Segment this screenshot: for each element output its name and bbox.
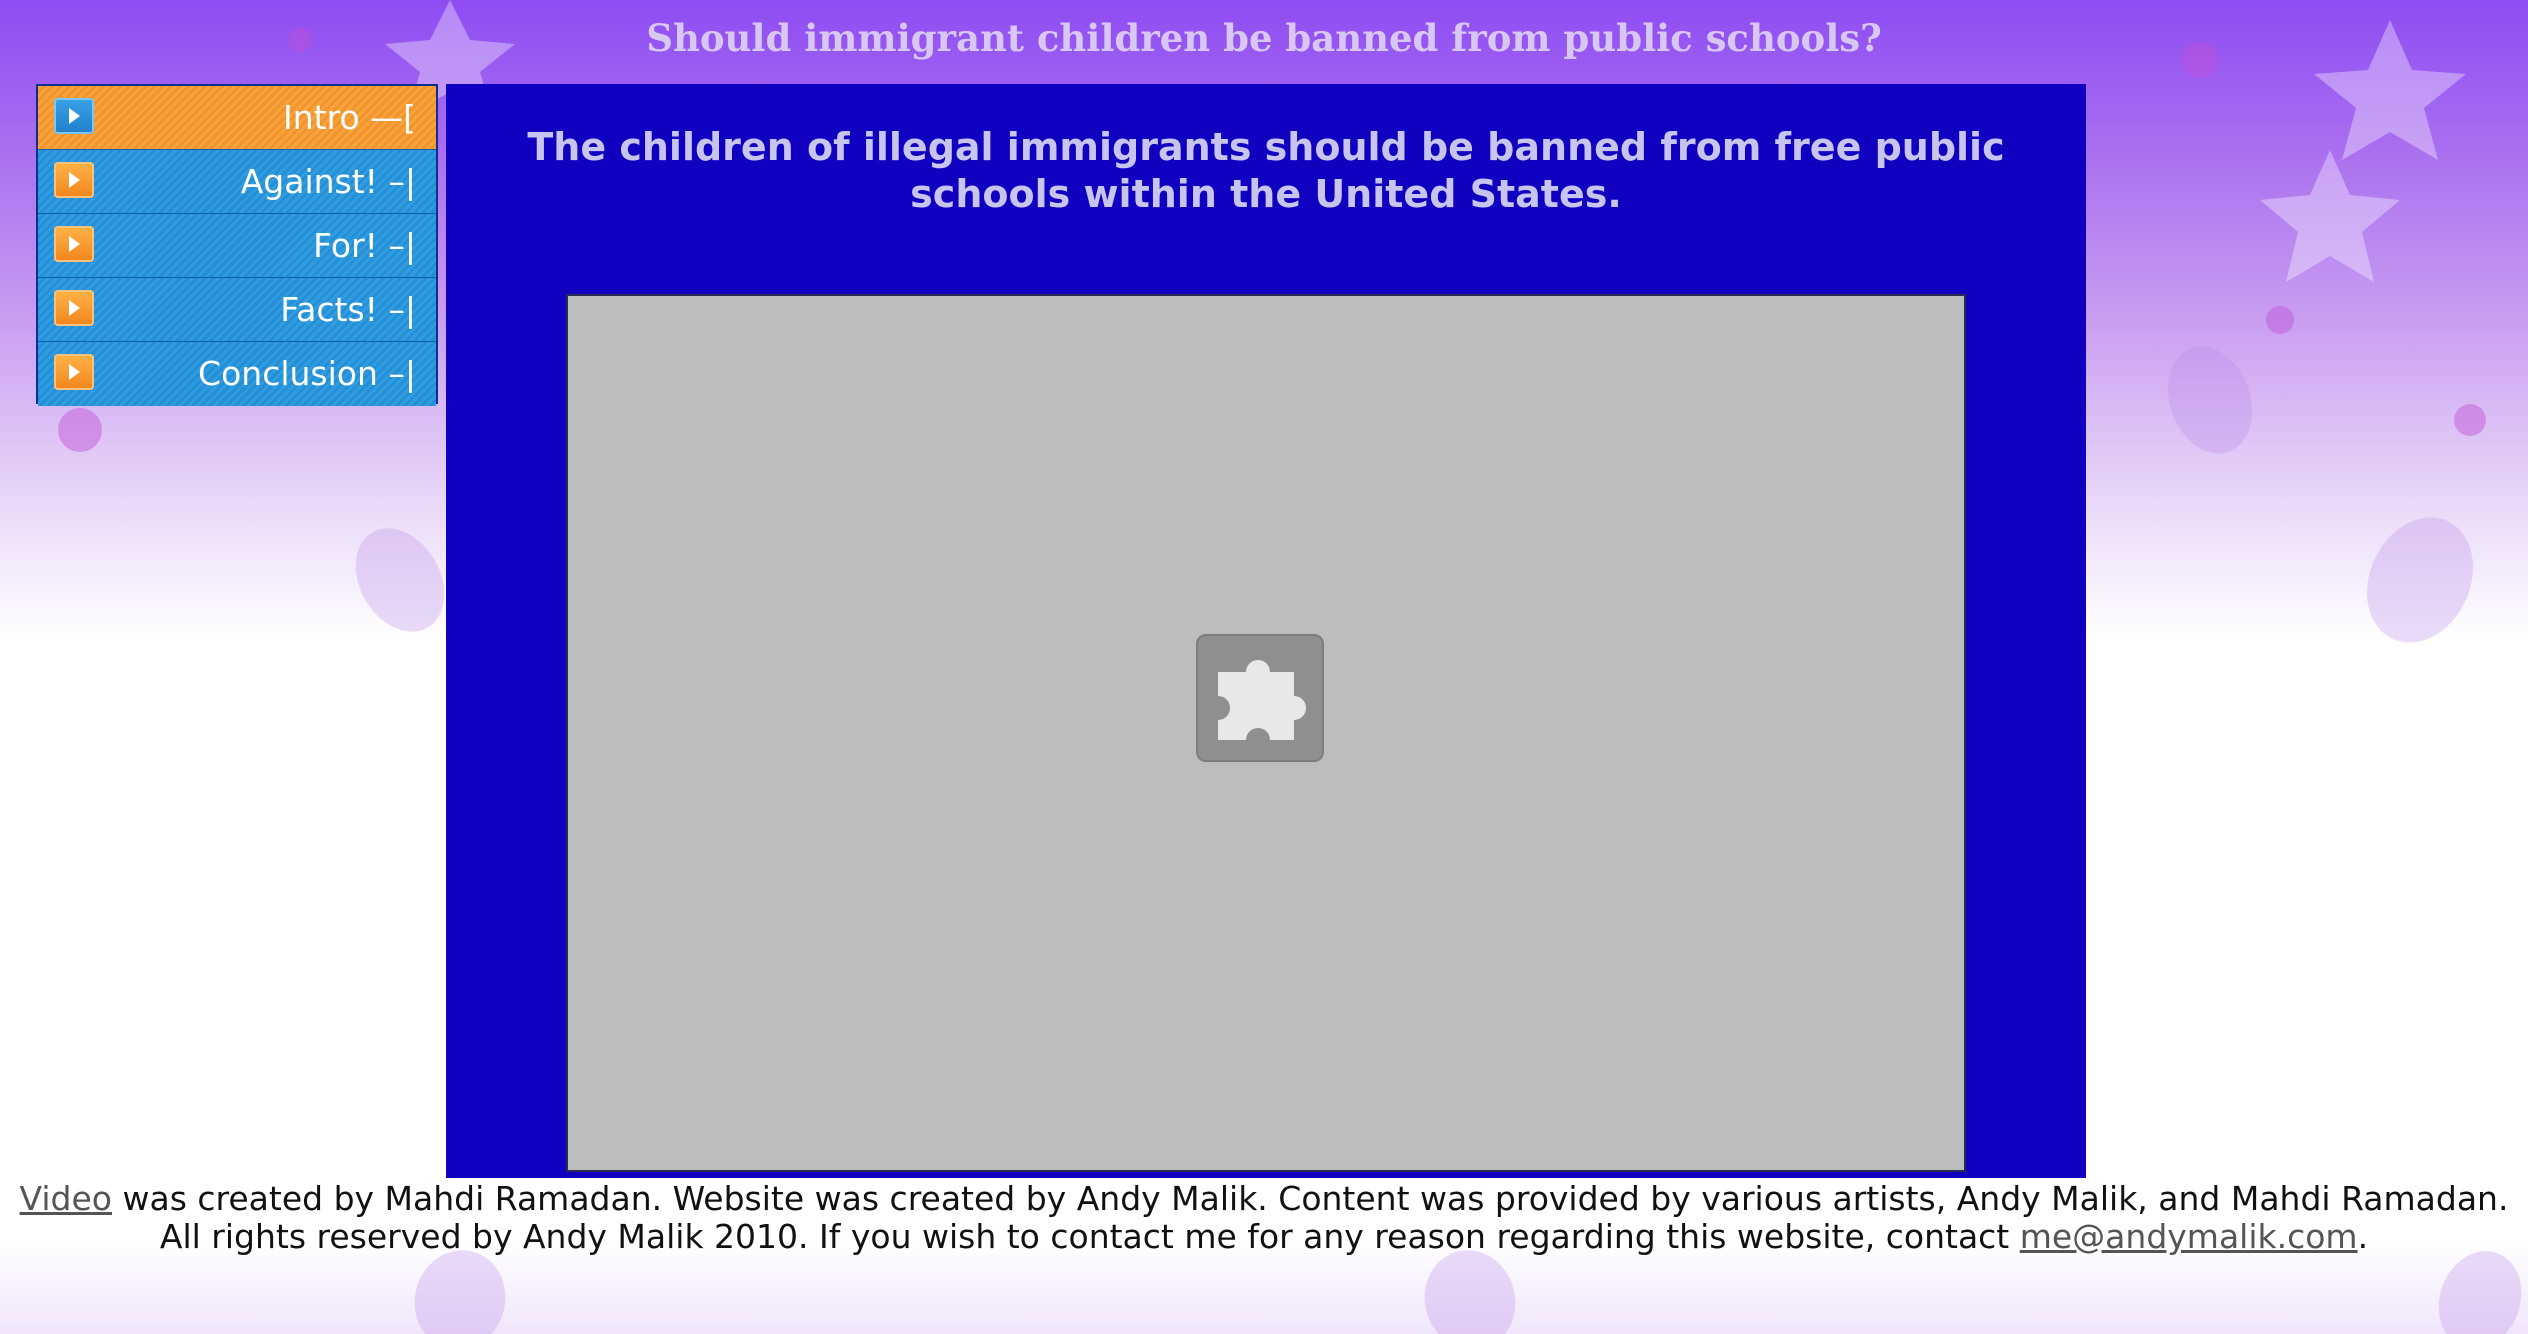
menu-item-label: Intro —[ [283,98,416,137]
menu-item-conclusion[interactable]: Conclusion –| [38,342,436,406]
play-arrow-icon [54,162,94,198]
play-arrow-icon [54,226,94,262]
video-embed-placeholder[interactable] [566,294,1966,1172]
menu-item-facts[interactable]: Facts! –| [38,278,436,342]
side-menu: Intro —[ Against! –| For! –| Facts! –| C… [36,84,438,406]
headline-line-2: schools within the United States. [910,172,1622,216]
puzzle-piece-icon [1218,660,1306,740]
puzzle-plugin-icon[interactable] [1196,634,1324,762]
video-link[interactable]: Video [20,1179,112,1218]
page: { "header": { "title": "Should immigrant… [0,0,2528,1334]
menu-item-against[interactable]: Against! –| [38,150,436,214]
email-link[interactable]: me@andymalik.com [2020,1217,2358,1256]
menu-item-label: For! –| [313,226,416,265]
page-title: Should immigrant children be banned from… [646,16,1882,60]
menu-item-label: Conclusion –| [198,354,416,393]
main-content-panel: The children of illegal immigrants shoul… [446,84,2086,1178]
headline-line-1: The children of illegal immigrants shoul… [527,125,2005,169]
footer-text-end: . [2357,1217,2369,1256]
menu-item-label: Against! –| [240,162,416,201]
headline: The children of illegal immigrants shoul… [506,124,2026,218]
menu-item-intro[interactable]: Intro —[ [38,86,436,150]
menu-item-for[interactable]: For! –| [38,214,436,278]
menu-item-label: Facts! –| [280,290,416,329]
footer-credits: Video was created by Mahdi Ramadan. Webs… [16,1180,2512,1256]
play-arrow-icon [54,354,94,390]
play-arrow-icon [54,290,94,326]
play-arrow-icon [54,98,94,134]
